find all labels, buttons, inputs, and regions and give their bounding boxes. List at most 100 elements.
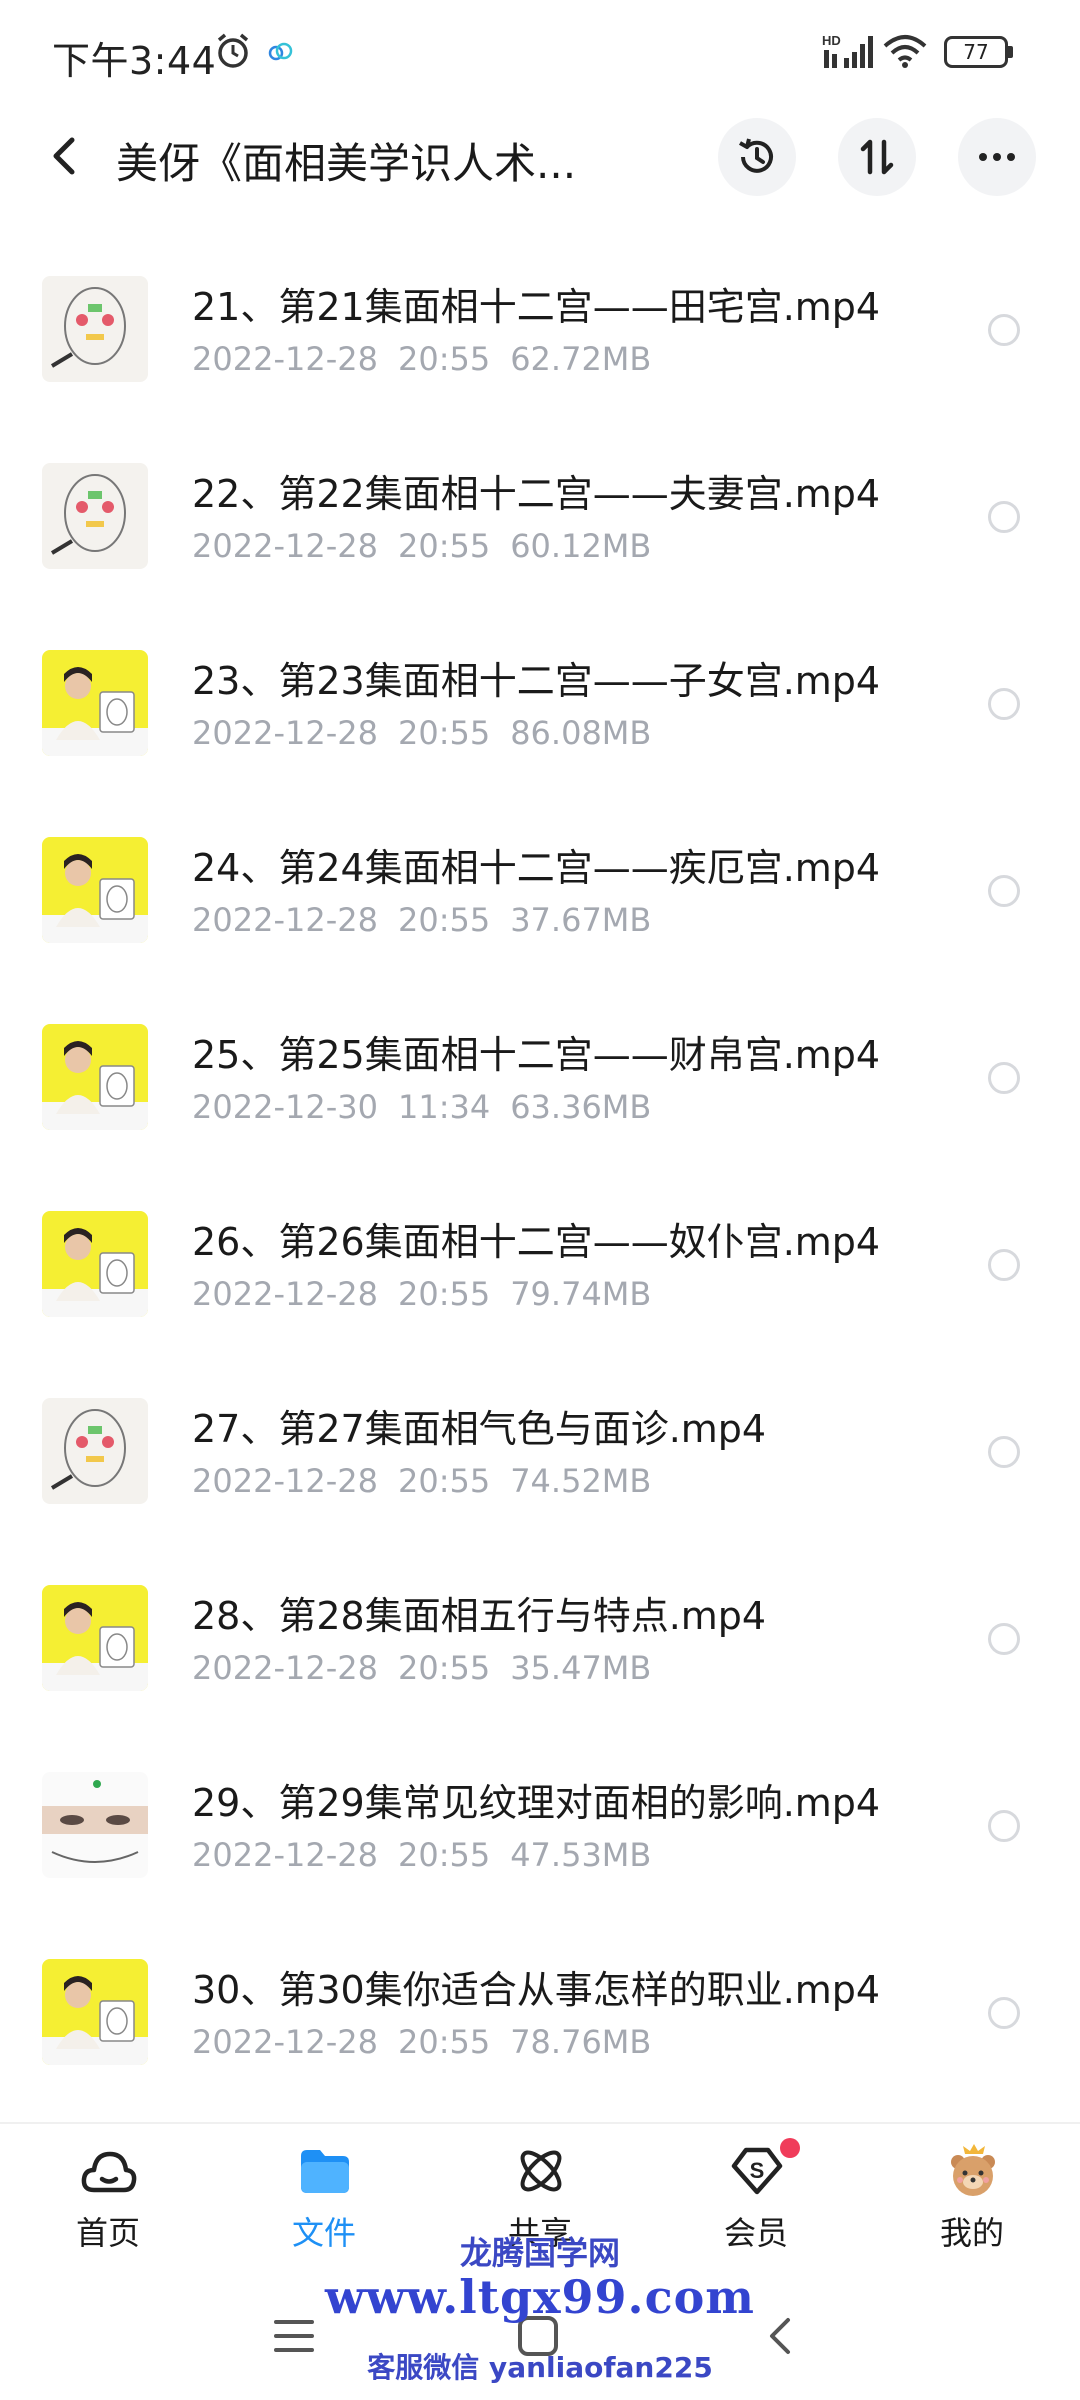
cloud-home-icon [81,2151,137,2193]
file-meta: 2022-12-28 20:55 86.08MB [192,714,651,752]
page-title: 美伢《面相美学识人术... [116,139,577,188]
file-time: 20:55 [397,1649,491,1687]
file-row[interactable]: 21、第21集面相十二宫——田宅宫.mp4 2022-12-28 20:55 62.7… [0,234,1080,421]
file-size: 62.72MB [510,340,652,378]
more-button[interactable] [958,118,1036,196]
file-time: 20:55 [397,714,491,752]
file-date: 2022-12-30 [192,1088,378,1126]
battery-indicator: 77 [944,36,1014,68]
file-row[interactable]: 27、第27集面相气色与面诊.mp4 2022-12-28 20:55 74.52MB [0,1356,1080,1543]
file-size: 79.74MB [510,1275,652,1313]
watermark-site-name: 龙腾国学网 [459,2234,620,2272]
select-radio[interactable] [988,1810,1020,1842]
file-date: 2022-12-28 [192,901,378,939]
file-meta: 2022-12-28 20:55 35.47MB [192,1649,651,1687]
video-thumbnail [42,1959,148,2065]
atom-icon [520,2150,562,2192]
svg-text:S: S [750,2158,765,2183]
signal-icon: HD [822,33,873,68]
history-button[interactable] [718,118,796,196]
network-type-label: HD [822,33,841,48]
file-name: 21、第21集面相十二宫——田宅宫.mp4 [192,285,881,329]
status-time: 下午3:44 [52,39,217,83]
folder-icon [301,2150,349,2193]
file-date: 2022-12-28 [192,527,378,565]
file-meta: 2022-12-30 11:34 63.36MB [192,1088,651,1126]
select-radio[interactable] [988,1062,1020,1094]
file-date: 2022-12-28 [192,1836,378,1874]
file-name: 23、第23集面相十二宫——子女宫.mp4 [192,659,881,703]
file-row[interactable]: 28、第28集面相五行与特点.mp4 2022-12-28 20:55 35.47MB [0,1543,1080,1730]
file-meta: 2022-12-28 20:55 79.74MB [192,1275,651,1313]
sort-icon [860,139,894,175]
video-thumbnail [42,650,148,756]
file-time: 20:55 [397,1462,491,1500]
video-thumbnail [42,1211,148,1317]
select-radio[interactable] [988,1997,1020,2029]
file-list: 21、第21集面相十二宫——田宅宫.mp4 2022-12-28 20:55 62.7… [0,234,1080,2104]
back-button[interactable] [40,126,90,186]
select-radio[interactable] [988,314,1020,346]
select-radio[interactable] [988,501,1020,533]
file-time: 20:55 [397,527,491,565]
cloud-sync-icon [268,42,293,61]
file-size: 63.36MB [510,1088,652,1126]
wifi-icon [883,35,927,68]
file-date: 2022-12-28 [192,714,378,752]
header: 美伢《面相美学识人术... [0,104,1080,208]
select-radio[interactable] [988,688,1020,720]
more-icon [979,153,1015,161]
file-time: 20:55 [397,901,491,939]
file-meta: 2022-12-28 20:55 62.72MB [192,340,651,378]
video-thumbnail [42,1772,148,1878]
select-radio[interactable] [988,1436,1020,1468]
history-icon [739,138,773,173]
file-row[interactable]: 30、第30集你适合从事怎样的职业.mp4 2022-12-28 20:55 78.7… [0,1917,1080,2104]
sort-button[interactable] [838,118,916,196]
file-meta: 2022-12-28 20:55 78.76MB [192,2023,651,2061]
file-time: 11:34 [397,1088,491,1126]
file-date: 2022-12-28 [192,2023,378,2061]
file-name: 22、第22集面相十二宫——夫妻宫.mp4 [192,472,881,516]
file-row[interactable]: 24、第24集面相十二宫——疾厄宫.mp4 2022-12-28 20:55 37.6… [0,795,1080,982]
alarm-icon [217,33,249,68]
select-radio[interactable] [988,1249,1020,1281]
file-meta: 2022-12-28 20:55 37.67MB [192,901,651,939]
file-row[interactable]: 29、第29集常见纹理对面相的影响.mp4 2022-12-28 20:55 47.5… [0,1730,1080,1917]
status-bar: 下午3:44 HD 77 [0,0,1080,104]
file-meta: 2022-12-28 20:55 60.12MB [192,527,651,565]
select-radio[interactable] [988,1623,1020,1655]
file-name: 29、第29集常见纹理对面相的影响.mp4 [192,1781,881,1825]
file-meta: 2022-12-28 20:55 47.53MB [192,1836,651,1874]
file-size: 74.52MB [510,1462,652,1500]
file-size: 60.12MB [510,527,652,565]
file-name: 24、第24集面相十二宫——疾厄宫.mp4 [192,846,881,890]
battery-level: 77 [944,36,1008,68]
file-size: 86.08MB [510,714,652,752]
file-row[interactable]: 22、第22集面相十二宫——夫妻宫.mp4 2022-12-28 20:55 60.1… [0,421,1080,608]
vip-s-icon: S [731,2147,783,2195]
video-thumbnail [42,1398,148,1504]
file-date: 2022-12-28 [192,1275,378,1313]
file-row[interactable]: 26、第26集面相十二宫——奴仆宫.mp4 2022-12-28 20:55 79.7… [0,1169,1080,1356]
file-date: 2022-12-28 [192,340,378,378]
file-row[interactable]: 23、第23集面相十二宫——子女宫.mp4 2022-12-28 20:55 86.0… [0,608,1080,795]
watermark-url: www.ltgx99.com [325,2270,755,2324]
watermark-contact: 客服微信 yanliaofan225 [367,2351,713,2384]
video-thumbnail [42,1024,148,1130]
notification-dot [780,2138,800,2158]
bear-avatar-icon [951,2144,995,2196]
file-size: 47.53MB [510,1836,652,1874]
select-radio[interactable] [988,875,1020,907]
file-name: 27、第27集面相气色与面诊.mp4 [192,1407,767,1451]
file-meta: 2022-12-28 20:55 74.52MB [192,1462,651,1500]
file-name: 30、第30集你适合从事怎样的职业.mp4 [192,1968,881,2012]
file-size: 37.67MB [510,901,652,939]
video-thumbnail [42,837,148,943]
file-name: 25、第25集面相十二宫——财帛宫.mp4 [192,1033,881,1077]
file-row[interactable]: 25、第25集面相十二宫——财帛宫.mp4 2022-12-30 11:34 63.3… [0,982,1080,1169]
file-name: 28、第28集面相五行与特点.mp4 [192,1594,767,1638]
file-name: 26、第26集面相十二宫——奴仆宫.mp4 [192,1220,881,1264]
file-date: 2022-12-28 [192,1462,378,1500]
file-size: 35.47MB [510,1649,652,1687]
